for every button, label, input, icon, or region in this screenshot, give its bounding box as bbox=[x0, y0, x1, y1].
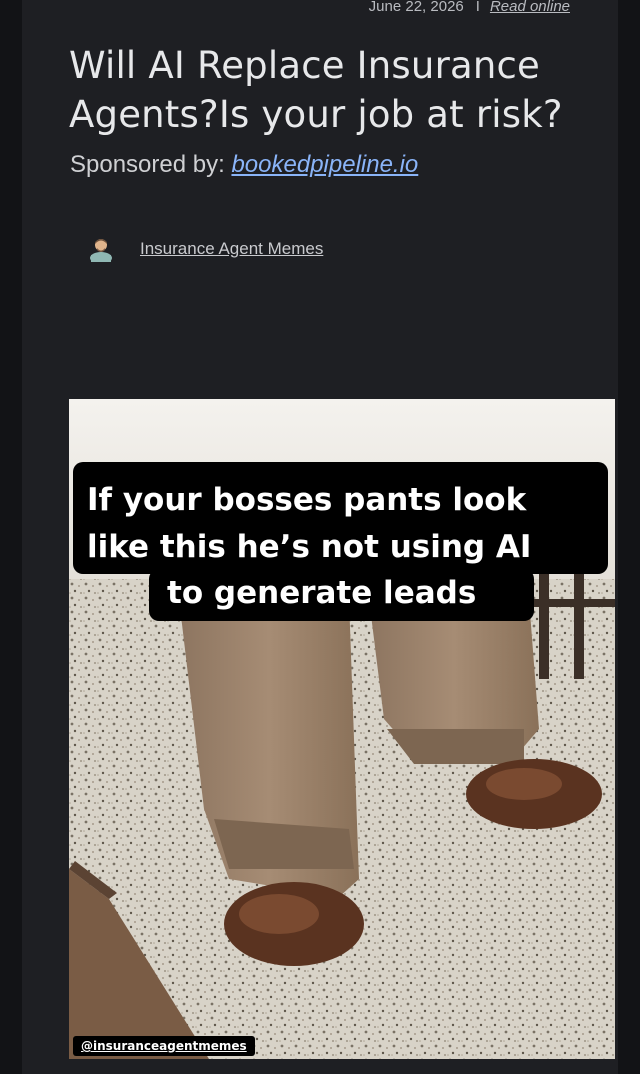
article-title: Will AI Replace Insurance Agents?Is your… bbox=[69, 44, 563, 136]
newsletter-panel: June 22, 2026 I Read online Will AI Replac… bbox=[22, 0, 618, 1074]
sponsor-line: Sponsored by: bookedpipeline.io bbox=[70, 151, 418, 179]
meta-separator: I bbox=[475, 0, 480, 15]
meme-image: If your bosses pants look like this he’s… bbox=[69, 399, 615, 1059]
caption-line-1: If your bosses pants look bbox=[87, 482, 527, 518]
person-avatar-icon bbox=[90, 239, 112, 262]
read-online-link[interactable]: Read online bbox=[490, 0, 570, 15]
author-row: Insurance Agent Memes bbox=[88, 236, 323, 262]
caption-line-3: to generate leads bbox=[167, 575, 477, 611]
publish-date: June 22, 2026 bbox=[368, 0, 464, 15]
sponsor-label: Sponsored by: bbox=[70, 151, 225, 178]
caption-line-2: like this he’s not using AI bbox=[87, 529, 532, 565]
email-page: June 22, 2026 I Read online Will AI Replac… bbox=[0, 0, 640, 1074]
meta-row: June 22, 2026 I Read online bbox=[369, 0, 570, 16]
meme-watermark: @insuranceagentmemes bbox=[73, 1036, 255, 1056]
sponsor-link[interactable]: bookedpipeline.io bbox=[231, 151, 418, 178]
author-link[interactable]: Insurance Agent Memes bbox=[140, 239, 323, 259]
